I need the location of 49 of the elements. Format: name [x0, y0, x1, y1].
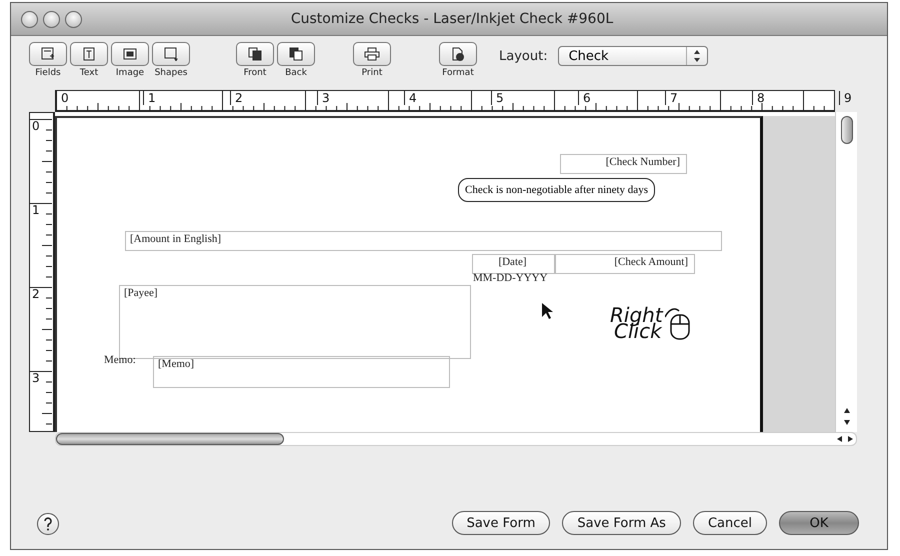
- ruler-number: 2: [230, 91, 317, 105]
- ruler-number: 1: [31, 203, 41, 219]
- scroll-thumb[interactable]: [840, 116, 852, 144]
- vertical-scrollbar[interactable]: [835, 112, 857, 432]
- ruler-number: 9: [839, 91, 852, 105]
- check-field[interactable]: [Check Amount]: [555, 254, 695, 274]
- check-field[interactable]: [Date]: [472, 254, 555, 274]
- ruler-number: 7: [665, 91, 752, 105]
- ruler-number: 0: [56, 91, 143, 105]
- check-label: MM-DD-YYYY: [473, 272, 548, 284]
- form-field-icon: [40, 47, 56, 61]
- minimize-button[interactable]: [43, 10, 60, 28]
- check-field[interactable]: [Check Number]: [560, 154, 687, 174]
- check-field[interactable]: [Payee]: [119, 285, 471, 359]
- window-title: Customize Checks - Laser/Inkjet Check #960L: [290, 11, 614, 27]
- layout-select[interactable]: Check: [558, 46, 708, 66]
- send-back-icon: [288, 47, 304, 61]
- image-tool-icon: [122, 47, 138, 61]
- logo: Right Click: [610, 305, 691, 341]
- document-info-icon: [450, 47, 466, 61]
- check-field[interactable]: [Memo]: [153, 356, 450, 388]
- ok-button[interactable]: OK: [779, 511, 859, 535]
- ruler-number: 6: [578, 91, 665, 105]
- zoom-button[interactable]: [65, 10, 82, 28]
- dialog-button[interactable]: Cancel: [692, 511, 767, 535]
- ruler-number: 2: [31, 287, 41, 303]
- scroll-thumb[interactable]: [56, 433, 284, 445]
- ruler-number: 8: [752, 91, 839, 105]
- text-tool-icon: [81, 47, 97, 61]
- ruler-number: 3: [317, 91, 404, 105]
- ruler-number: 5: [491, 91, 578, 105]
- dialog-button[interactable]: Save Form As: [562, 511, 681, 535]
- check-field[interactable]: [Amount in English]: [125, 231, 722, 251]
- printer-icon: [364, 47, 380, 61]
- check-note[interactable]: Check is non-negotiable after ninety days: [458, 178, 655, 202]
- ruler-number: 0: [31, 119, 41, 135]
- ruler-number: 4: [404, 91, 491, 105]
- bring-front-icon: [247, 47, 263, 61]
- close-button[interactable]: [21, 10, 38, 28]
- layout-label: Layout:: [499, 48, 548, 64]
- horizontal-scrollbar[interactable]: [55, 432, 857, 446]
- help-button[interactable]: [37, 513, 59, 535]
- shapes-tool-icon: [163, 47, 179, 61]
- ruler-number: 3: [31, 371, 41, 387]
- mouse-icon: [664, 305, 691, 341]
- dialog-button[interactable]: Save Form: [452, 511, 550, 535]
- ruler-number: 1: [143, 91, 230, 105]
- mouse-pointer-icon: [541, 302, 553, 320]
- question-mark-icon: [43, 517, 53, 531]
